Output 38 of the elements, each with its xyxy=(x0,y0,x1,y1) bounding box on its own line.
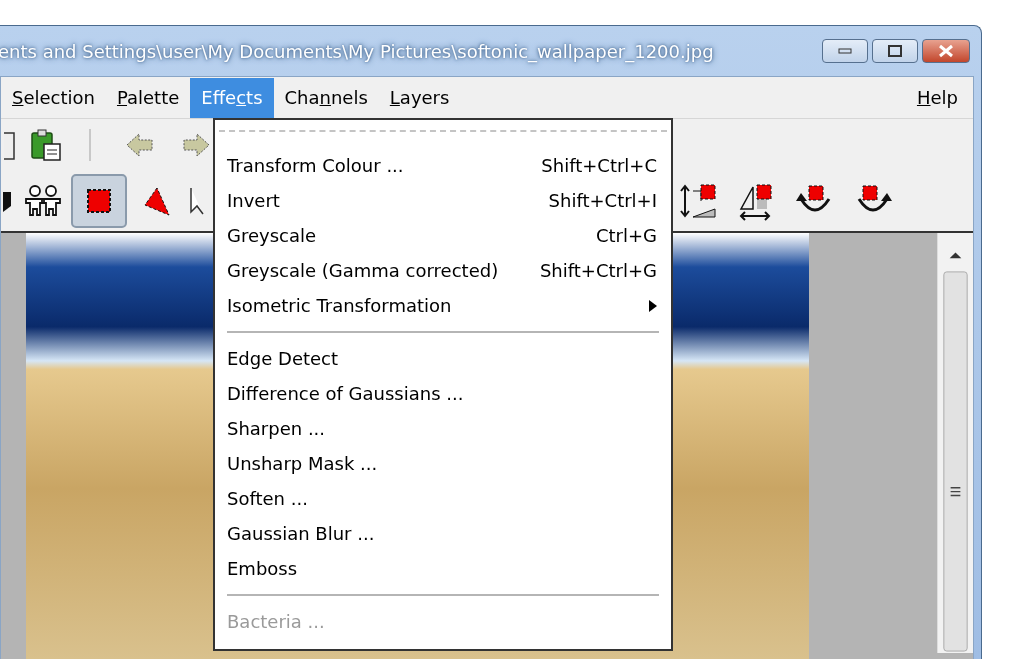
menu-item[interactable]: Edge Detect xyxy=(215,341,671,376)
shortcut-text: Shift+Ctrl+G xyxy=(539,259,657,283)
flip-vertical-icon xyxy=(679,181,719,221)
menu-item[interactable]: Help xyxy=(905,77,969,118)
document-icon xyxy=(4,130,18,160)
right-arrow-icon xyxy=(181,132,211,158)
menu-item[interactable]: Palette xyxy=(105,77,191,118)
shortcut-text: Ctrl+G xyxy=(595,224,657,248)
menu-item[interactable]: Selection xyxy=(1,77,106,118)
close-button[interactable] xyxy=(922,39,970,63)
people-outline-icon xyxy=(23,183,63,219)
maximize-icon xyxy=(888,45,902,57)
menu-item[interactable]: Transform Colour ... Shift+Ctrl+C xyxy=(215,148,671,183)
menu-item[interactable]: Soften ... xyxy=(215,481,671,516)
pointer-icon xyxy=(190,186,204,216)
shortcut-text: Shift+Ctrl+I xyxy=(548,189,657,213)
menu-item[interactable]: Greyscale Ctrl+G xyxy=(215,218,671,253)
menu-item[interactable]: Channels xyxy=(273,77,379,118)
selection-square-tool-button[interactable] xyxy=(71,174,127,228)
menu-item[interactable]: Layers xyxy=(378,77,461,118)
vertical-scrollbar[interactable] xyxy=(937,233,973,653)
minimize-button[interactable] xyxy=(822,39,868,63)
menu-item[interactable]: Invert Shift+Ctrl+I xyxy=(215,183,671,218)
menu-item[interactable]: Unsharp Mask ... xyxy=(215,446,671,481)
submenu-arrow-icon xyxy=(649,299,657,312)
menu-item[interactable]: Gaussian Blur ... xyxy=(215,516,671,551)
menu-item[interactable]: Greyscale (Gamma corrected) Shift+Ctrl+G xyxy=(215,253,671,288)
menu-item[interactable]: Sharpen ... xyxy=(215,411,671,446)
maximize-button[interactable] xyxy=(872,39,918,63)
menu-item[interactable]: Isometric Transformation xyxy=(215,288,671,323)
shortcut-text: Shift+Ctrl+C xyxy=(541,154,657,178)
menu-item[interactable]: Difference of Gaussians ... xyxy=(215,376,671,411)
left-arrow-icon xyxy=(125,132,155,158)
selection-square-icon xyxy=(85,187,113,215)
close-icon xyxy=(938,44,954,58)
menu-item[interactable]: Emboss xyxy=(215,551,671,586)
minimize-icon xyxy=(838,48,852,54)
clipboard-icon xyxy=(29,128,63,162)
